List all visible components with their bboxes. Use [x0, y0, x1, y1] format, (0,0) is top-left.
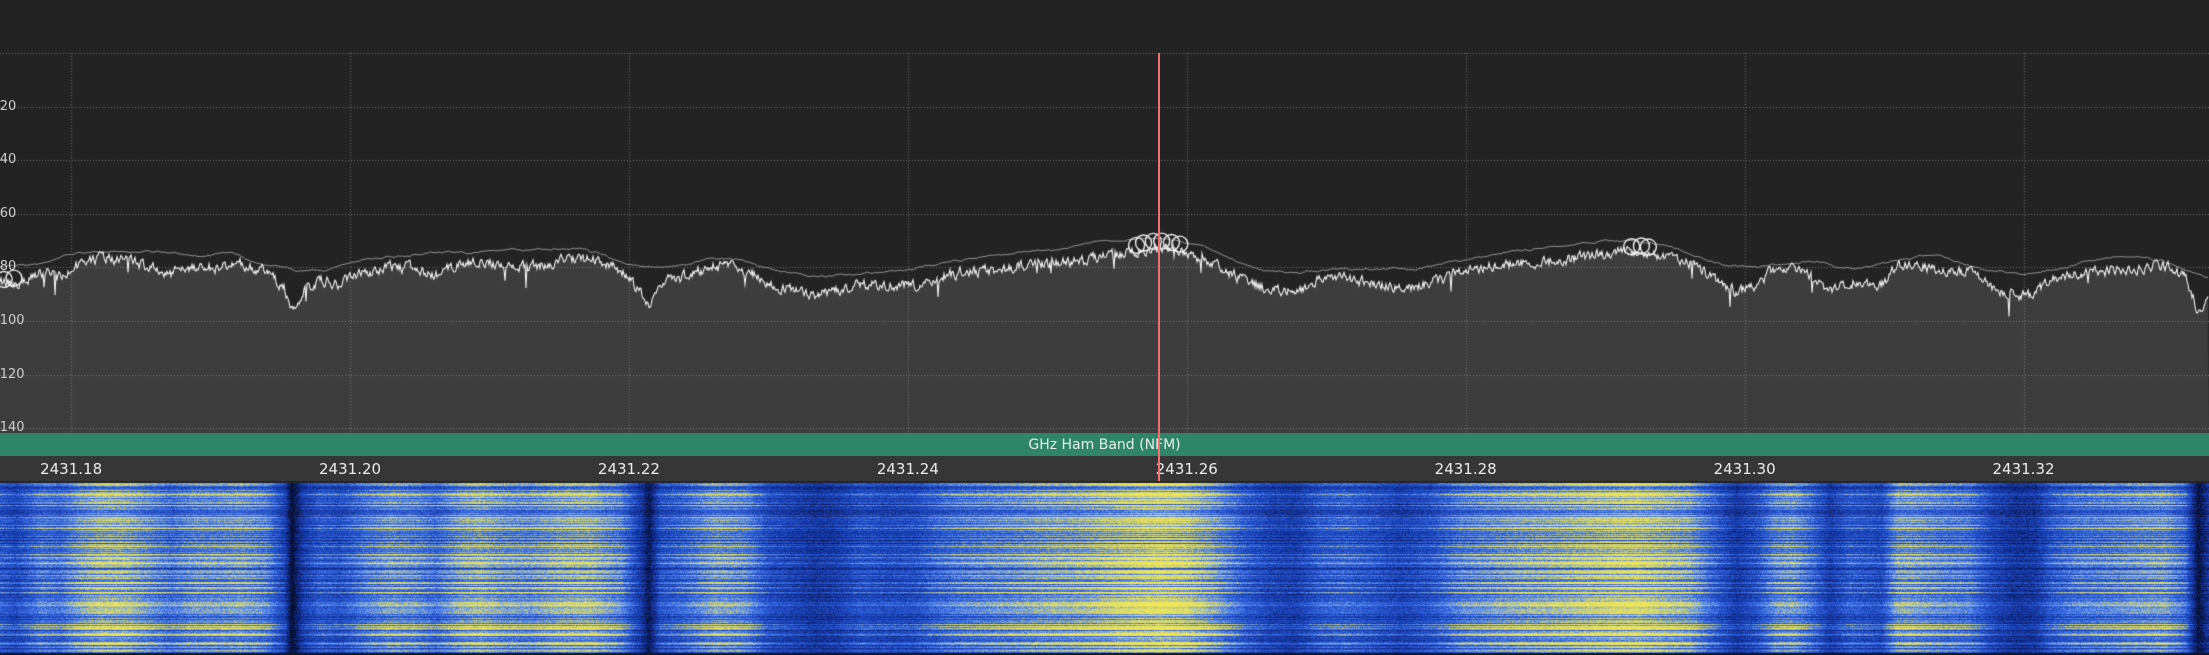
y-axis-label: -140 — [0, 421, 25, 434]
spectrum-plot-canvas[interactable] — [0, 0, 2209, 433]
x-axis-label: 2431.24 — [863, 460, 953, 478]
x-axis-label: 2431.28 — [1421, 460, 1511, 478]
x-axis-label: 2431.20 — [305, 460, 395, 478]
y-axis-label: -60 — [0, 207, 16, 220]
x-axis-label: 2431.18 — [26, 460, 116, 478]
x-axis-label: 2431.26 — [1142, 460, 1232, 478]
sdr-application-window: 2.431.258.000 -100-80-60-40-200 -57.7 dB… — [0, 0, 2209, 655]
waterfall-canvas[interactable] — [0, 481, 2209, 655]
y-axis-label: -20 — [0, 100, 16, 113]
y-axis-label: -80 — [0, 260, 16, 273]
x-axis-label: 2431.30 — [1700, 460, 1790, 478]
band-plan-overlay[interactable]: GHz Ham Band (NFM) — [0, 433, 2209, 456]
x-axis-label: 2431.22 — [584, 460, 674, 478]
x-axis-label: 2431.32 — [1979, 460, 2069, 478]
y-axis-label: -100 — [0, 314, 25, 327]
tuning-indicator-line[interactable] — [1158, 53, 1160, 481]
y-axis-label: -120 — [0, 368, 25, 381]
frequency-axis-strip: 2431.18 2431.20 2431.22 2431.24 2431.26 2431.… — [0, 456, 2209, 481]
y-axis-label: -40 — [0, 153, 16, 166]
